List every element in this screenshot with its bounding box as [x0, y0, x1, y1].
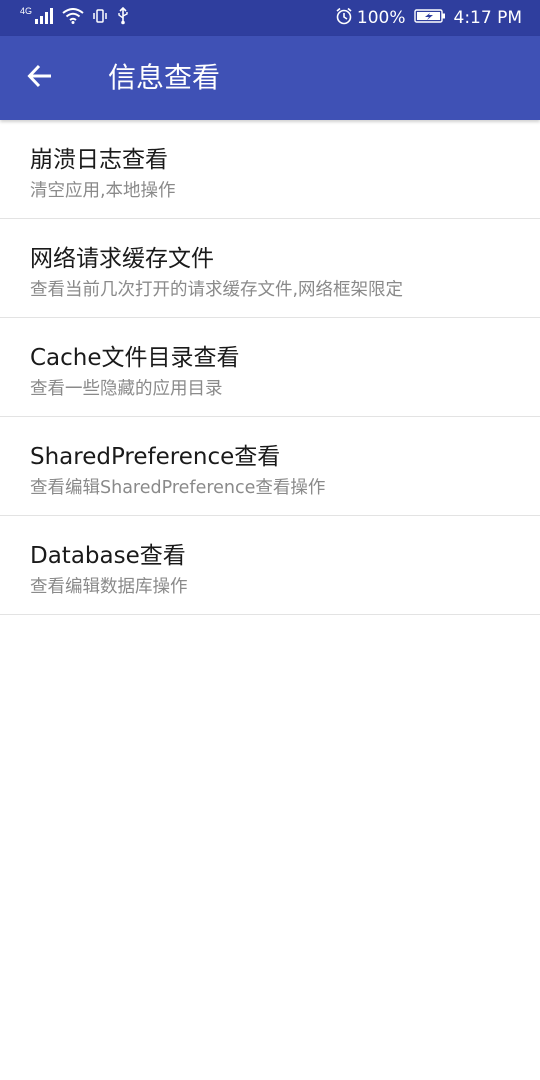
signal-icon — [34, 8, 54, 28]
network-type-label: 4G — [20, 6, 33, 16]
list-item-subtitle: 查看编辑SharedPreference查看操作 — [30, 478, 326, 498]
status-right-icons: 100% 4:17 PM — [335, 0, 522, 36]
list-item-subtitle: 清空应用,本地操作 — [30, 181, 176, 201]
back-button[interactable] — [16, 54, 64, 102]
list-item-subtitle: 查看编辑数据库操作 — [30, 577, 188, 597]
list-item-title: Database查看 — [30, 543, 186, 569]
battery-percent: 100% — [356, 8, 406, 28]
list-item-network-cache[interactable]: 网络请求缓存文件 查看当前几次打开的请求缓存文件,网络框架限定 — [0, 219, 540, 318]
list-item-cache-dir[interactable]: Cache文件目录查看 查看一些隐藏的应用目录 — [0, 318, 540, 417]
status-left-icons: 4G — [20, 0, 130, 36]
usb-icon — [116, 6, 130, 29]
arrow-back-icon — [27, 63, 53, 93]
list-item-crash-log[interactable]: 崩溃日志查看 清空应用,本地操作 — [0, 120, 540, 219]
list-item-title: 崩溃日志查看 — [30, 147, 168, 173]
app-bar: 信息查看 — [0, 36, 540, 120]
list-item-shared-preference[interactable]: SharedPreference查看 查看编辑SharedPreference查… — [0, 417, 540, 516]
list-item-title: Cache文件目录查看 — [30, 345, 240, 371]
clock-time: 4:17 PM — [453, 8, 523, 28]
list-item-title: 网络请求缓存文件 — [30, 246, 214, 272]
list-item-database[interactable]: Database查看 查看编辑数据库操作 — [0, 516, 540, 615]
list-item-title: SharedPreference查看 — [30, 444, 281, 470]
battery-charging-icon — [413, 8, 446, 29]
list-item-subtitle: 查看一些隐藏的应用目录 — [30, 379, 223, 399]
alarm-icon — [335, 7, 353, 30]
page-title: 信息查看 — [108, 61, 221, 94]
info-list: 崩溃日志查看 清空应用,本地操作 网络请求缓存文件 查看当前几次打开的请求缓存文… — [0, 120, 540, 615]
list-item-subtitle: 查看当前几次打开的请求缓存文件,网络框架限定 — [30, 280, 404, 300]
wifi-icon — [62, 8, 84, 28]
vibrate-icon — [92, 8, 108, 28]
status-bar: 4G 100% 4:17 PM — [0, 0, 540, 36]
